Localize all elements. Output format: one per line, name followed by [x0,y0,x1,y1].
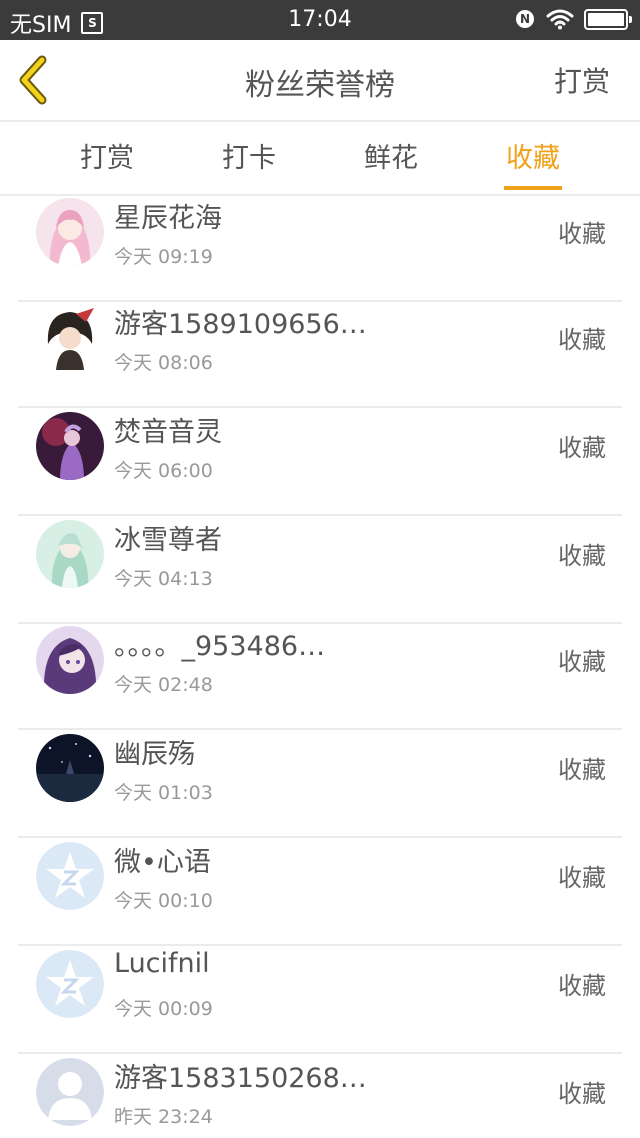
avatar [36,412,104,480]
avatar [36,304,104,372]
list-item[interactable]: 游客1589109656… 今天 08:06 收藏 [18,300,622,408]
avatar [36,842,104,910]
fan-name: 微•心语 [114,847,211,878]
fan-time: 昨天 23:24 [114,1106,213,1128]
fan-name: 游客1589109656… [114,309,367,340]
reward-button[interactable]: 打赏 [554,60,610,100]
avatar [36,198,104,266]
avatar [36,950,104,1018]
fan-action: 收藏 [558,220,606,248]
list-item[interactable]: 。。。。_953486… 今天 02:48 收藏 [18,622,622,730]
fan-action: 收藏 [558,864,606,892]
fan-action: 收藏 [558,756,606,784]
list-item[interactable]: 幽辰殇 今天 01:03 收藏 [18,730,622,838]
tab-flowers[interactable]: 鲜花 [331,136,451,175]
fan-name: 游客1583150268… [114,1063,367,1094]
active-tab-indicator [504,186,562,190]
tab-reward[interactable]: 打赏 [47,136,167,175]
fan-action: 收藏 [558,972,606,1000]
avatar [36,520,104,588]
tab-bar: 打赏 打卡 鲜花 收藏 [0,122,640,196]
fan-time: 今天 08:06 [114,352,213,374]
fan-name: Lucifnil [114,948,210,979]
tab-favorites[interactable]: 收藏 [473,136,593,175]
list-item[interactable]: 焚音音灵 今天 06:00 收藏 [18,408,622,516]
nfc-icon: N [516,10,534,28]
list-item[interactable]: Lucifnil 今天 00:09 收藏 [18,946,622,1054]
fan-name: 星辰花海 [114,203,222,234]
fan-time: 今天 01:03 [114,782,213,804]
wifi-icon [546,9,574,30]
battery-icon [584,8,632,30]
tab-checkin[interactable]: 打卡 [189,136,309,175]
nav-bar: 粉丝荣誉榜 打赏 [0,40,640,122]
fan-name: 焚音音灵 [114,417,222,448]
status-icons: N [516,8,632,30]
fan-action: 收藏 [558,542,606,570]
list-item[interactable]: 星辰花海 今天 09:19 收藏 [18,196,622,302]
fan-time: 今天 00:10 [114,890,213,912]
avatar [36,626,104,694]
fan-name: 幽辰殇 [114,739,195,770]
fan-action: 收藏 [558,326,606,354]
fan-time: 今天 09:19 [114,246,213,268]
fan-name: 冰雪尊者 [114,525,222,556]
avatar [36,1058,104,1126]
list-item[interactable]: 微•心语 今天 00:10 收藏 [18,838,622,946]
fan-time: 今天 06:00 [114,460,213,482]
fan-action: 收藏 [558,1080,606,1108]
fan-action: 收藏 [558,434,606,462]
fan-time: 今天 04:13 [114,568,213,590]
fan-time: 今天 02:48 [114,674,213,696]
list-item[interactable]: 游客1583150268… 昨天 23:24 收藏 [18,1054,622,1138]
fan-list: 星辰花海 今天 09:19 收藏 游客1589109656… 今天 08:06 … [0,196,640,1138]
list-item[interactable]: 冰雪尊者 今天 04:13 收藏 [18,516,622,624]
fan-name: 。。。。_953486… [114,631,326,662]
fan-time: 今天 00:09 [114,998,213,1020]
status-bar: 无SIM S 17:04 N [0,0,640,40]
page-title: 粉丝荣誉榜 [245,68,395,103]
avatar [36,734,104,802]
fan-action: 收藏 [558,648,606,676]
